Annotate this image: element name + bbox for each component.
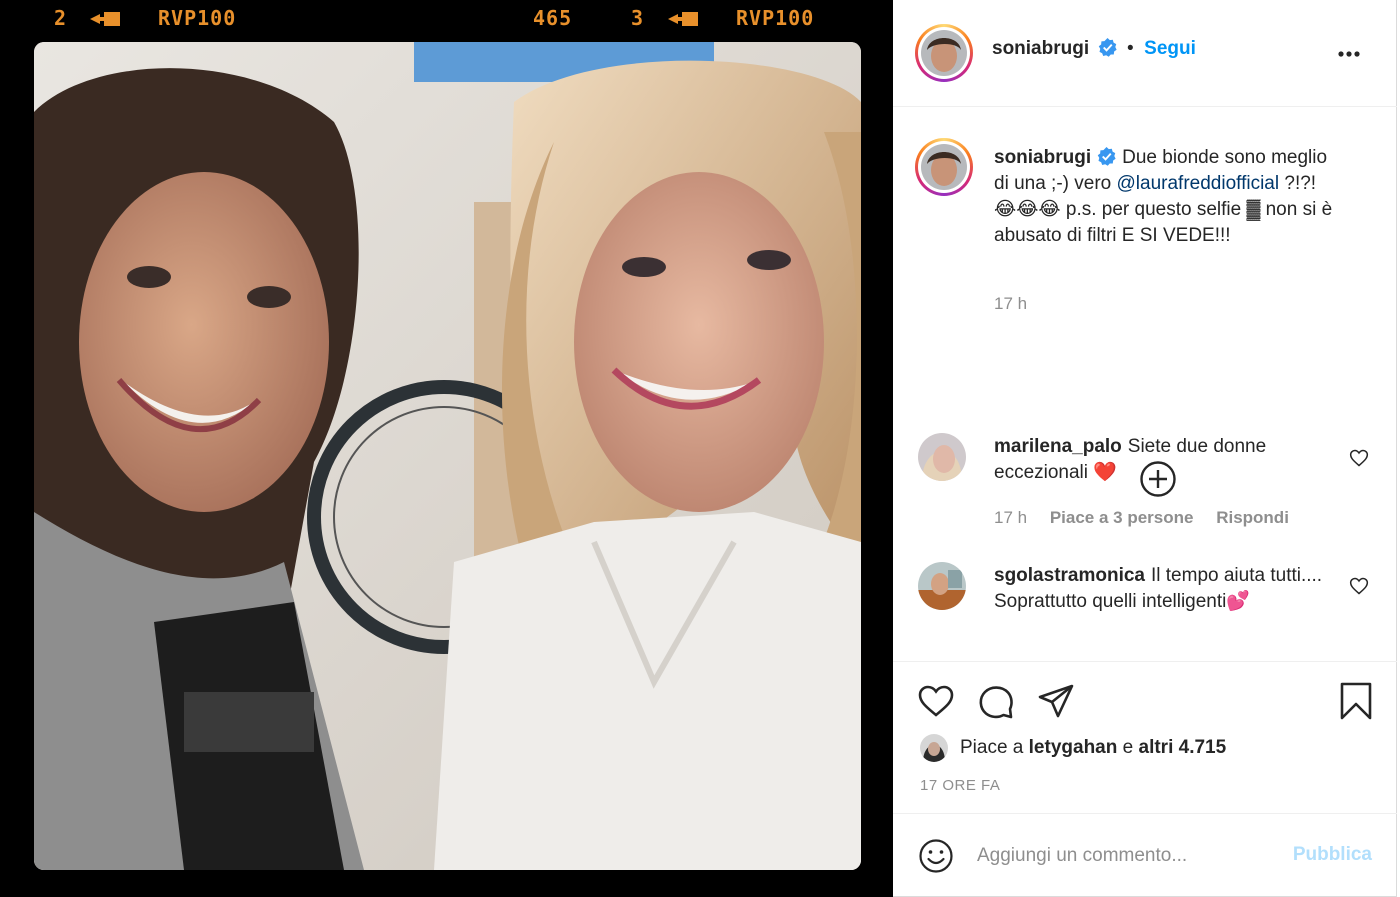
liker-avatar[interactable] (920, 734, 948, 762)
verified-badge-icon (1097, 147, 1116, 166)
publish-button[interactable]: Pubblica (1293, 844, 1372, 866)
film-counter: 465 (533, 6, 573, 30)
film-arrow-icon (90, 12, 120, 26)
emoji-smiley-icon[interactable] (918, 838, 954, 874)
avatar-image (920, 734, 948, 762)
add-comment-bar: Pubblica (893, 813, 1397, 897)
comment-text: marilena_palo Siete due donne eccezionali… (994, 434, 1334, 486)
selfie-image (34, 42, 861, 870)
comment-bubble-icon[interactable] (977, 682, 1015, 720)
like-comment-heart-icon[interactable] (1349, 576, 1369, 596)
post-photo-pane[interactable]: 2 RVP100 465 3 RVP100 (0, 0, 893, 897)
caption-username[interactable]: soniabrugi (994, 147, 1091, 168)
comment-input[interactable] (977, 840, 1277, 872)
post-side-panel: soniabrugi • Segui soniabrugi Due bionde… (893, 0, 1397, 897)
film-arrow-icon (668, 12, 698, 26)
commenter-avatar[interactable] (918, 562, 966, 610)
film-label: RVP100 (736, 6, 815, 30)
comment-time[interactable]: 17 h (994, 508, 1027, 527)
caption-meta: 17 h (994, 294, 1045, 314)
film-frame-number: 2 (54, 6, 68, 30)
comment-username[interactable]: sgolastramonica (994, 565, 1145, 586)
share-paper-plane-icon[interactable] (1037, 682, 1075, 720)
likes-mid: e (1122, 737, 1134, 758)
commenter-avatar[interactable] (918, 433, 966, 481)
comment-meta: 17 h Piace a 3 persone Rispondi (994, 508, 1307, 528)
post-author-username[interactable]: soniabrugi (992, 38, 1089, 59)
selfie-photo[interactable] (34, 42, 861, 870)
likes-summary[interactable]: Piace a letygahan e altri 4.715 (920, 734, 1226, 762)
film-frame-number: 3 (631, 6, 645, 30)
comment-likes[interactable]: Piace a 3 persone (1050, 508, 1194, 527)
comments-list[interactable]: soniabrugi Due bionde sono meglio di una… (893, 108, 1397, 661)
avatar-image (918, 562, 966, 610)
follow-button[interactable]: Segui (1144, 38, 1196, 59)
avatar-image (921, 144, 967, 190)
like-heart-icon[interactable] (917, 682, 955, 720)
film-label: RVP100 (158, 6, 237, 30)
post-actions: Piace a letygahan e altri 4.715 17 ORE F… (893, 661, 1397, 813)
likes-prefix: Piace a (960, 737, 1024, 758)
save-bookmark-icon[interactable] (1337, 682, 1375, 720)
post-timestamp[interactable]: 17 ORE FA (920, 777, 1000, 794)
film-strip: 2 RVP100 465 3 RVP100 (0, 0, 893, 40)
caption-avatar[interactable] (915, 138, 973, 196)
avatar-image (921, 30, 967, 76)
avatar-image (918, 433, 966, 481)
like-comment-heart-icon[interactable] (1349, 448, 1369, 468)
reply-button[interactable]: Rispondi (1216, 508, 1289, 527)
caption-text: soniabrugi Due bionde sono meglio di una… (994, 145, 1334, 249)
post-header: soniabrugi • Segui (893, 0, 1397, 107)
comment-username[interactable]: marilena_palo (994, 436, 1122, 457)
avatar[interactable] (915, 24, 973, 82)
comment-text: sgolastramonica Il tempo aiuta tutti.... … (994, 563, 1334, 615)
likes-count[interactable]: altri 4.715 (1139, 737, 1227, 759)
caption-time[interactable]: 17 h (994, 294, 1027, 313)
caption-mention-link[interactable]: @laurafreddiofficial (1117, 173, 1280, 194)
more-horizontal-icon[interactable] (1335, 40, 1363, 68)
separator-dot: • (1127, 38, 1134, 59)
liker-username[interactable]: letygahan (1029, 737, 1118, 759)
verified-badge-icon (1098, 38, 1117, 57)
